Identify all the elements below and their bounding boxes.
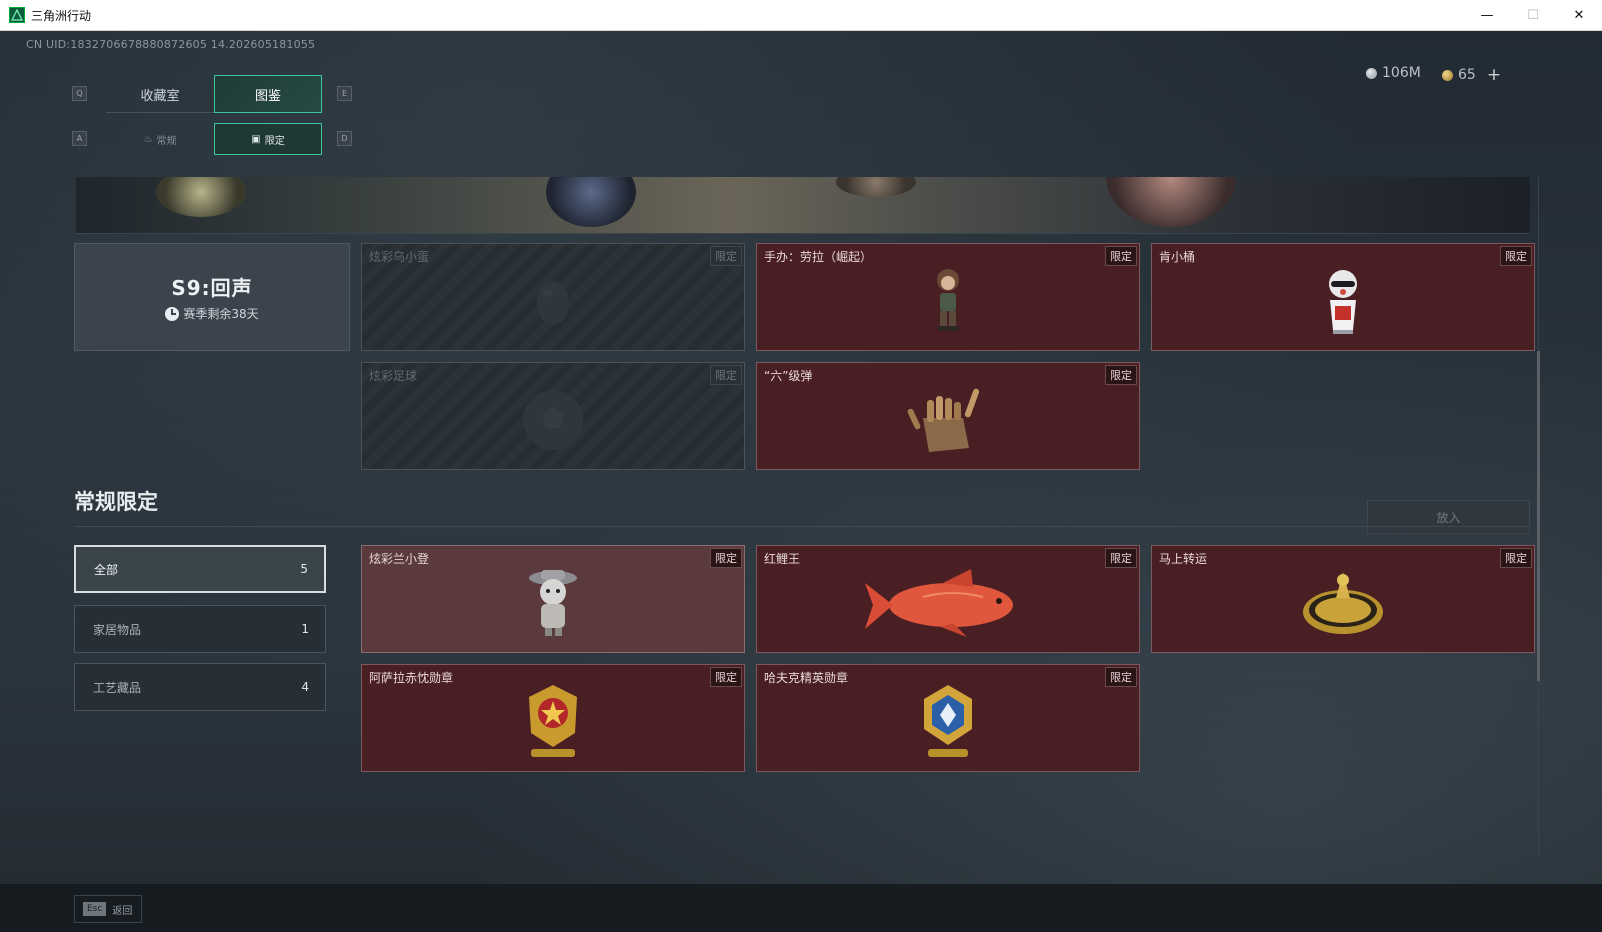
filter-count: 1 [301, 622, 309, 636]
back-label: 返回 [112, 905, 133, 917]
esc-key-hint: Esc [83, 902, 107, 916]
limited-tag: 限定 [1105, 548, 1137, 568]
figure-bucket-icon [1329, 270, 1357, 335]
uid-text: CN UID:1832706678880872605 14.2026051810… [26, 38, 316, 51]
window-title: 三角洲行动 [31, 8, 92, 23]
gold-amount: 65 [1458, 67, 1476, 83]
put-in-button[interactable]: 放入 [1367, 500, 1530, 534]
limited-tag: 限定 [1500, 548, 1532, 568]
silver-amount: 106M [1382, 65, 1421, 81]
item-name: 红鲤王 [764, 552, 801, 566]
item-name: 炫彩兰小登 [369, 552, 430, 566]
egg-icon [537, 281, 569, 326]
filter-count: 5 [300, 562, 308, 576]
tab-limited[interactable]: ▣ 限定 [214, 123, 322, 155]
filter-label: 家居物品 [93, 622, 142, 637]
back-button[interactable]: Esc 返回 [74, 895, 142, 923]
item-card-red-carp[interactable]: 红鲤王 限定 [756, 545, 1140, 653]
item-card-bucket[interactable]: 肯小桶 限定 [1151, 243, 1535, 351]
limited-tag: 限定 [710, 667, 742, 687]
limited-tag: 限定 [710, 365, 742, 385]
add-currency-button[interactable]: + [1487, 65, 1501, 85]
limited-tag: 限定 [1105, 667, 1137, 687]
item-card-egg[interactable]: 炫彩乌小蛋 限定 [361, 243, 745, 351]
item-card-lucky-wheel[interactable]: 马上转运 限定 [1151, 545, 1535, 653]
tab-regular-label: 常规 [156, 135, 177, 147]
item-card-landeng[interactable]: 炫彩兰小登 限定 [361, 545, 745, 653]
item-name: 炫彩足球 [369, 369, 418, 383]
blue-medal-icon [924, 685, 972, 758]
item-name: 哈夫克精英勋章 [764, 671, 849, 685]
minimize-button[interactable]: — [1464, 0, 1510, 31]
top-tabs: 收藏室 图鉴 [106, 75, 322, 113]
filter-label: 工艺藏品 [93, 680, 142, 695]
filter-count: 4 [301, 680, 309, 694]
key-hint-q: Q [72, 86, 87, 101]
tab-codex[interactable]: 图鉴 [214, 75, 322, 113]
tab-regular[interactable]: ♨ 常规 [106, 123, 214, 155]
gold-currency: 65 + [1442, 65, 1501, 85]
close-button[interactable]: ✕ [1556, 0, 1602, 31]
item-name: 炫彩乌小蛋 [369, 250, 430, 264]
filter-all[interactable]: 全部 5 [74, 545, 326, 593]
item-name: “六”级弹 [764, 369, 813, 383]
limited-tag: 限定 [710, 548, 742, 568]
season-remaining: 赛季剩余38天 [165, 305, 259, 322]
season-title: S9:回声 [171, 276, 253, 300]
silver-coin-icon [1366, 67, 1377, 79]
item-card-bullet[interactable]: “六”级弹 限定 [756, 362, 1140, 470]
gold-coin-icon [1442, 69, 1453, 81]
tab-limited-label: 限定 [264, 135, 285, 147]
tab-collection-room[interactable]: 收藏室 [106, 75, 214, 113]
maximize-button[interactable]: ☐ [1510, 0, 1556, 31]
image-icon: ▣ [251, 133, 261, 145]
item-name: 马上转运 [1159, 552, 1208, 566]
season-banner [76, 177, 1530, 234]
item-name: 阿萨拉赤忱勋章 [369, 671, 454, 685]
lucky-wheel-icon [1303, 572, 1383, 635]
app-logo-icon [9, 7, 25, 23]
flame-icon: ♨ [143, 133, 153, 145]
key-hint-e: E [337, 86, 352, 101]
limited-tag: 限定 [1105, 365, 1137, 385]
window-titlebar: 三角洲行动 — ☐ ✕ [0, 0, 1602, 31]
section-title: 常规限定 [74, 490, 158, 514]
item-card-red-medal[interactable]: 阿萨拉赤忱勋章 限定 [361, 664, 745, 772]
red-medal-icon [529, 685, 577, 758]
item-name: 手办：劳拉（崛起） [764, 250, 873, 264]
key-hint-d: D [337, 131, 352, 146]
item-card-lara[interactable]: 手办：劳拉（崛起） 限定 [756, 243, 1140, 351]
red-carp-icon [865, 569, 1013, 638]
filter-home-items[interactable]: 家居物品 1 [74, 605, 326, 653]
football-icon [523, 390, 583, 451]
scrollbar-thumb[interactable] [1537, 351, 1540, 681]
season-card: S9:回声 赛季剩余38天 [74, 243, 350, 351]
limited-tag: 限定 [1105, 246, 1137, 266]
limited-tag: 限定 [710, 246, 742, 266]
figure-lara-icon [937, 269, 959, 332]
season-remaining-text: 赛季剩余38天 [183, 307, 259, 321]
filter-craft-items[interactable]: 工艺藏品 4 [74, 663, 326, 711]
key-hint-a: A [72, 131, 87, 146]
item-name: 肯小桶 [1159, 250, 1196, 264]
item-card-blue-medal[interactable]: 哈夫克精英勋章 限定 [756, 664, 1140, 772]
limited-tag: 限定 [1500, 246, 1532, 266]
filter-label: 全部 [94, 562, 119, 577]
clock-icon [165, 306, 180, 321]
silver-currency: 106M [1366, 65, 1421, 81]
section-divider [74, 526, 1530, 527]
bullet-hand-icon [907, 388, 980, 453]
item-card-football[interactable]: 炫彩足球 限定 [361, 362, 745, 470]
bottom-bar [0, 884, 1602, 932]
sub-tabs: ♨ 常规 ▣ 限定 [106, 123, 322, 155]
game-area: CN UID:1832706678880872605 14.2026051810… [0, 31, 1602, 932]
figure-landeng-icon [529, 570, 577, 637]
